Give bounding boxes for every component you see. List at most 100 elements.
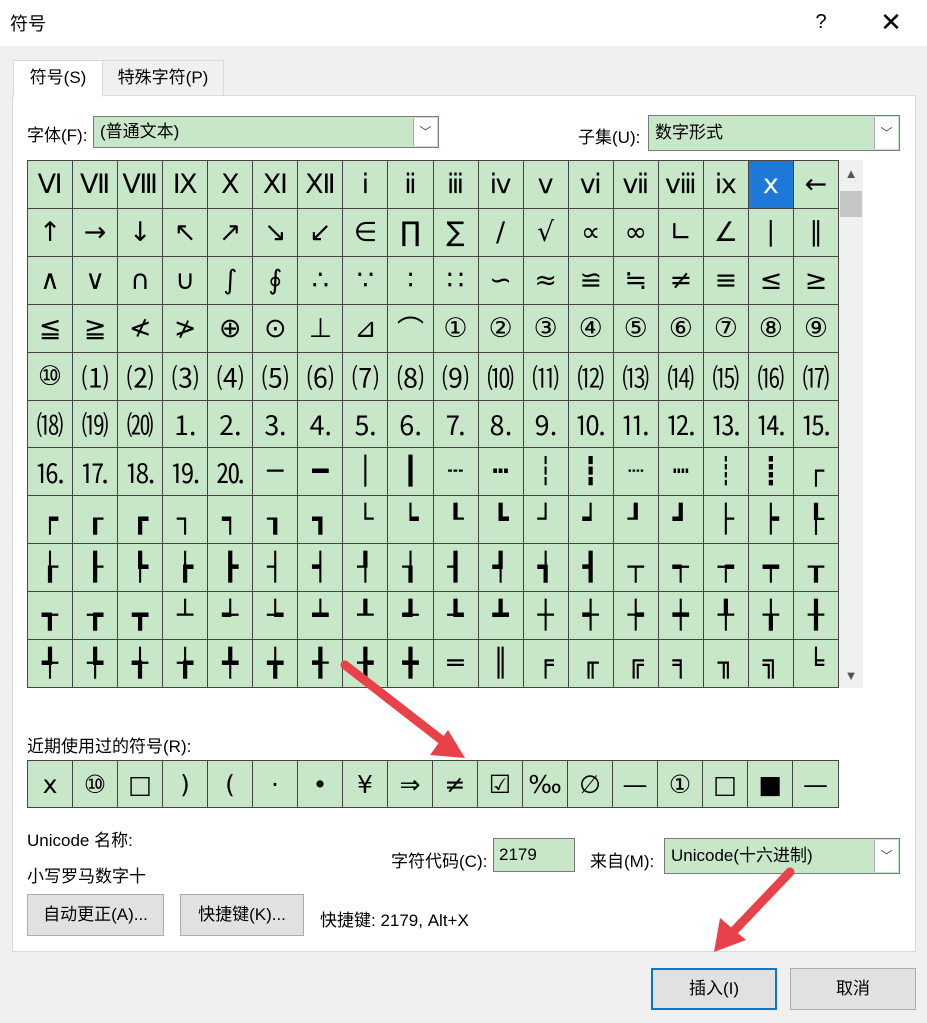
symbol-cell[interactable]: ∧ [28,256,74,305]
symbol-cell[interactable]: ╃ [28,640,74,688]
symbol-cell[interactable]: Ⅶ [73,161,119,209]
shortcut-key-button[interactable]: 快捷键(K)... [180,894,304,936]
symbol-cell[interactable]: ⒇ [118,400,164,449]
symbol-cell[interactable]: ⑵ [118,352,164,401]
symbol-cell[interactable]: ┻ [478,592,524,641]
symbol-cell[interactable]: ┲ [73,592,119,641]
symbol-cell[interactable]: ┮ [703,544,749,593]
symbol-cell[interactable]: ╁ [748,592,794,641]
symbol-cell[interactable]: ⑼ [433,352,479,401]
symbol-cell[interactable]: ∷ [433,256,479,305]
symbol-cell[interactable]: ⑷ [208,352,254,401]
symbol-cell[interactable]: ⒚ [163,448,209,497]
symbol-cell[interactable]: └ [343,496,389,545]
symbol-cell[interactable]: ≈ [523,256,569,305]
symbol-cell[interactable]: ╕ [658,640,704,688]
symbol-cell[interactable]: ∵ [343,256,389,305]
recent-symbol-cell[interactable]: ∅ [568,761,613,807]
symbol-cell[interactable]: ┋ [748,448,794,497]
symbol-cell[interactable]: ╅ [118,640,164,688]
symbol-cell[interactable]: ∠ [703,208,749,257]
symbol-cell[interactable]: ⒄ [793,352,839,401]
symbol-cell[interactable]: ⒂ [703,352,749,401]
symbol-cell[interactable]: ② [478,304,524,353]
symbol-cell[interactable]: ┠ [73,544,119,593]
symbol-cell[interactable]: ∑ [433,208,479,257]
recent-symbol-cell[interactable]: ( [208,761,253,807]
char-code-input[interactable]: 2179 [493,838,575,872]
symbol-cell[interactable]: ┐ [163,496,209,545]
symbol-cell[interactable]: ┎ [73,496,119,545]
symbol-cell[interactable]: Ⅹ [208,161,254,209]
tab-symbols[interactable]: 符号(S) [13,60,103,97]
scroll-down-icon[interactable]: ▼ [839,664,863,688]
symbol-cell[interactable]: ≥ [793,256,839,305]
symbol-cell[interactable]: ┆ [523,448,569,497]
symbol-cell[interactable]: ╔ [613,640,659,688]
symbol-cell[interactable]: ⑨ [793,304,839,353]
subset-dropdown[interactable]: 数字形式 ﹀ [648,115,900,151]
recent-symbol-cell[interactable]: □ [118,761,163,807]
recent-symbol-cell[interactable]: • [298,761,343,807]
font-dropdown[interactable]: (普通文本) ﹀ [93,116,439,148]
symbol-cell[interactable]: ║ [478,640,524,688]
symbol-cell[interactable]: ╖ [703,640,749,688]
symbol-cell[interactable]: ↗ [208,208,254,257]
symbol-cell[interactable]: ┵ [208,592,254,641]
symbol-cell[interactable]: ┅ [478,448,524,497]
symbol-cell[interactable]: ⑸ [253,352,299,401]
symbol-cell[interactable]: ⊥ [298,304,344,353]
symbol-cell[interactable]: ┹ [388,592,434,641]
symbol-cell-selected[interactable]: ⅹ [748,161,794,209]
recent-symbol-cell[interactable]: · [253,761,298,807]
symbol-cell[interactable]: ═ [433,640,479,688]
symbol-cell[interactable]: ┍ [28,496,74,545]
symbol-cell[interactable]: ━ [298,448,344,497]
symbol-cell[interactable]: ⒅ [28,400,74,449]
symbol-cell[interactable]: ⒒ [613,400,659,449]
symbol-cell[interactable]: ╋ [388,640,434,688]
symbol-cell[interactable]: ↘ [253,208,299,257]
recent-symbol-cell[interactable]: □ [703,761,748,807]
symbol-cell[interactable]: ┄ [433,448,479,497]
symbol-cell[interactable]: ┃ [388,448,434,497]
symbol-cell[interactable]: ∕ [478,208,524,257]
symbol-cell[interactable]: ⑧ [748,304,794,353]
symbol-cell[interactable]: ┪ [523,544,569,593]
recent-symbol-cell[interactable]: — [793,761,838,807]
symbol-cell[interactable]: ┧ [388,544,434,593]
symbol-cell[interactable]: ╄ [73,640,119,688]
symbol-cell[interactable]: ┌ [793,448,839,497]
symbol-cell[interactable]: ⑴ [73,352,119,401]
symbol-cell[interactable]: ┾ [613,592,659,641]
symbol-cell[interactable]: ≠ [658,256,704,305]
symbol-cell[interactable]: ┈ [613,448,659,497]
symbol-cell[interactable]: ∝ [568,208,614,257]
symbol-cell[interactable]: ┛ [658,496,704,545]
symbol-cell[interactable]: ≧ [73,304,119,353]
symbol-cell[interactable]: ┕ [388,496,434,545]
symbol-cell[interactable]: ⑻ [388,352,434,401]
symbol-cell[interactable]: ∩ [118,256,164,305]
recent-symbol-cell[interactable]: ⑩ [73,761,118,807]
symbol-cell[interactable]: ④ [568,304,614,353]
symbol-cell[interactable]: ⒃ [748,352,794,401]
recent-symbol-cell[interactable]: ‰ [523,761,568,807]
help-button[interactable]: ? [806,6,836,38]
recent-symbol-cell[interactable]: — [613,761,658,807]
symbol-cell[interactable]: ≦ [28,304,74,353]
symbol-cell[interactable]: ⒁ [658,352,704,401]
symbol-cell[interactable]: ┟ [28,544,74,593]
symbol-cell[interactable]: ┱ [28,592,74,641]
symbol-cell[interactable]: ∫ [208,256,254,305]
symbol-cell[interactable]: ⒌ [343,400,389,449]
symbol-cell[interactable]: ≡ [703,256,749,305]
symbol-cell[interactable]: ┯ [748,544,794,593]
symbol-cell[interactable]: ⒗ [28,448,74,497]
symbol-cell[interactable]: Ⅸ [163,161,209,209]
recent-symbol-cell[interactable]: x [28,761,73,807]
symbol-cell[interactable]: Ⅵ [28,161,74,209]
symbol-cell[interactable]: √ [523,208,569,257]
symbol-cell[interactable]: ≯ [163,304,209,353]
symbol-cell[interactable]: ∣ [748,208,794,257]
